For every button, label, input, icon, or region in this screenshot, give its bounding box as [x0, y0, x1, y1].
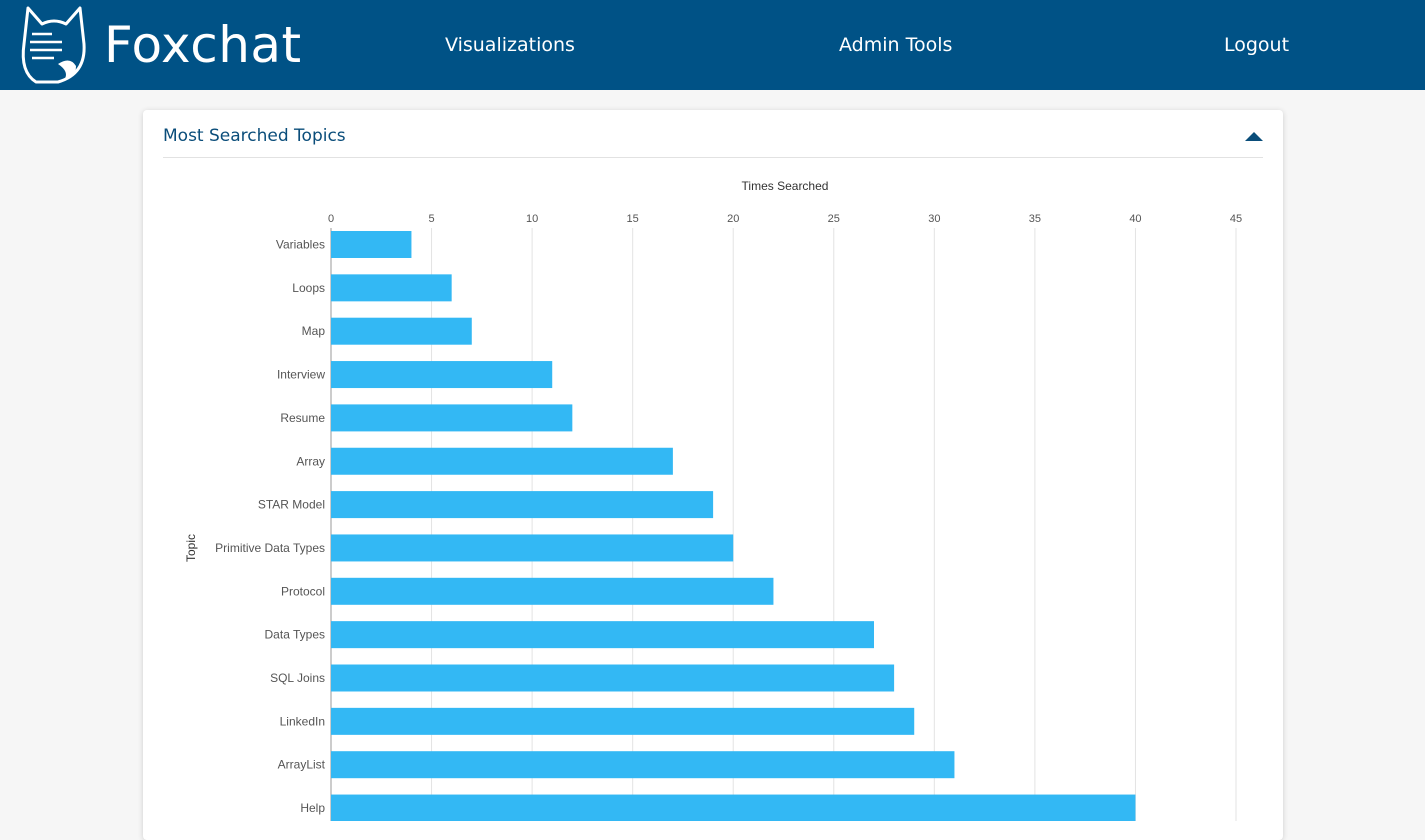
bar	[331, 664, 895, 692]
bar	[331, 231, 412, 258]
x-axis-label: Times Searched	[742, 179, 829, 193]
y-tick-label: Array	[296, 454, 325, 468]
y-tick-label: Interview	[277, 368, 325, 382]
x-tick-label: 15	[627, 213, 639, 225]
bar	[331, 577, 774, 605]
x-tick-label: 20	[727, 213, 739, 225]
y-tick-label: Data Types	[265, 628, 325, 642]
topic-bar-chart: 0 5 10 15 20 25 30 35 40 45 Times Searched Topic Var…	[184, 179, 1242, 821]
y-tick-label: Protocol	[281, 584, 325, 598]
bar	[331, 621, 874, 649]
bar	[331, 317, 472, 345]
bar	[331, 361, 553, 389]
x-tick-label: 40	[1129, 213, 1141, 225]
y-axis-label: Topic	[184, 534, 198, 562]
x-tick-label: 25	[828, 213, 840, 225]
y-tick-label: Primitive Data Types	[215, 541, 325, 555]
bar	[331, 794, 1136, 821]
bar	[331, 491, 714, 519]
x-tick-label: 0	[328, 213, 334, 225]
x-tick-label: 35	[1029, 213, 1041, 225]
y-tick-label: Help	[300, 801, 325, 815]
bar	[331, 274, 452, 302]
bar	[331, 707, 915, 735]
x-tick-label: 45	[1230, 213, 1242, 225]
bar	[331, 534, 734, 562]
y-tick-label: Map	[302, 324, 326, 338]
y-tick-label: Variables	[276, 238, 325, 252]
bar	[331, 447, 673, 475]
bar	[331, 751, 955, 779]
y-tick-label: Loops	[292, 281, 325, 295]
bar	[331, 404, 573, 432]
y-tick-label: ArrayList	[278, 758, 326, 772]
x-tick-label: 10	[526, 213, 538, 225]
y-tick-label: Resume	[280, 411, 325, 425]
y-tick-label: STAR Model	[258, 498, 325, 512]
x-tick-label: 5	[428, 213, 434, 225]
x-tick-label: 30	[928, 213, 940, 225]
y-tick-label: LinkedIn	[280, 714, 325, 728]
y-tick-label: SQL Joins	[270, 671, 325, 685]
